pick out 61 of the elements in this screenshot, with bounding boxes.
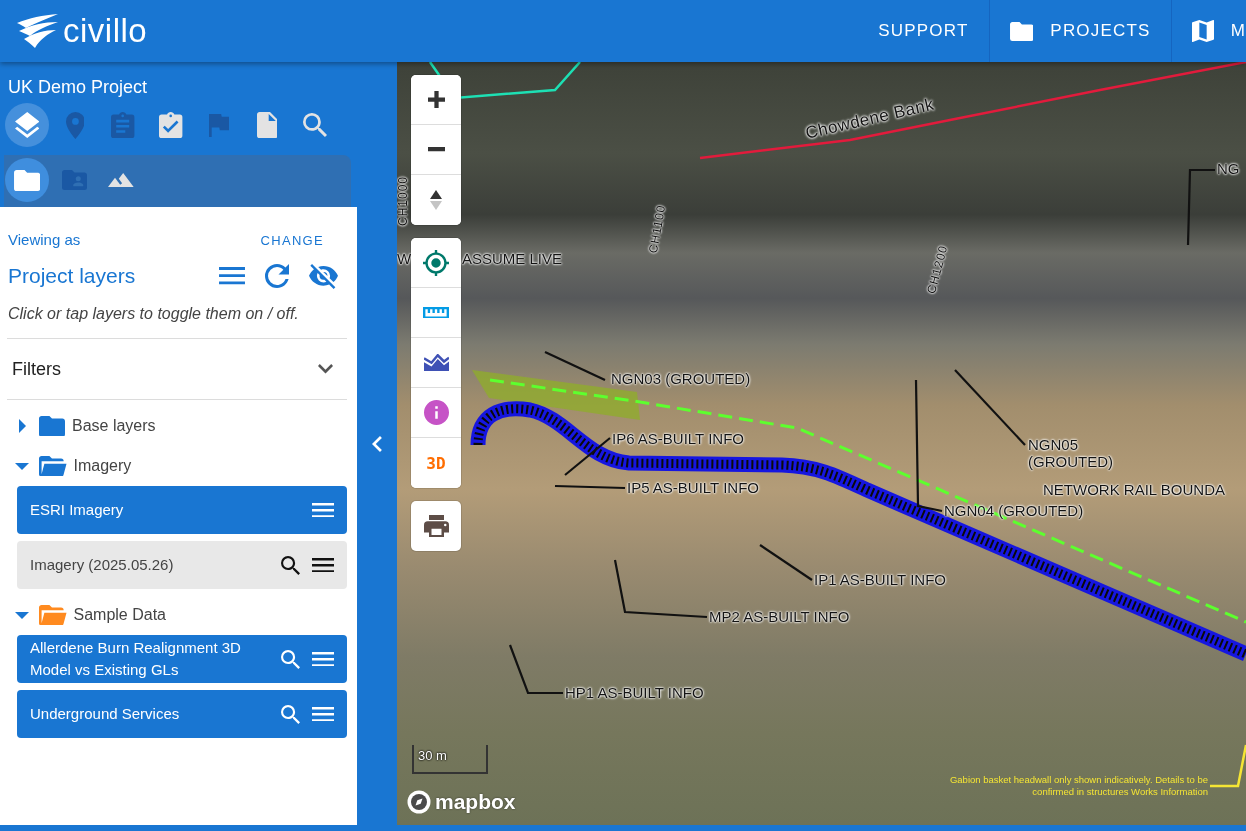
map-label: W: [397, 250, 412, 267]
logo-icon: [16, 14, 58, 48]
map-label: CH1100: [647, 203, 669, 255]
hint-text: Click or tap layers to toggle them on / off.: [7, 304, 300, 324]
change-button[interactable]: CHANGE: [260, 233, 324, 248]
layer-item[interactable]: Imagery (2025.05.26): [17, 541, 347, 589]
chevron-left-icon: [372, 435, 382, 452]
map-label: NGN05 (GROUTED): [1028, 436, 1114, 470]
collapse-button[interactable]: [372, 435, 382, 452]
leader-line: [564, 437, 611, 476]
leader-line: [1210, 744, 1246, 788]
eye-off-icon[interactable]: [309, 263, 338, 289]
map-label: ASSUME LIVE: [462, 250, 563, 267]
print-button[interactable]: [411, 501, 461, 551]
map-label: HP1 AS-BUILT INFO: [565, 684, 704, 701]
map-label: MP2 AS-BUILT INFO: [709, 608, 850, 625]
layer-item[interactable]: ESRI Imagery: [17, 486, 347, 534]
leader-line: [759, 544, 813, 581]
sidebar-tab[interactable]: [5, 103, 49, 147]
filters-toggle[interactable]: Filters: [0, 339, 357, 399]
map-label: IP5 AS-BUILT INFO: [627, 479, 759, 496]
map-label: NGN04 (GROUTED): [944, 502, 1084, 519]
map-icon: [1191, 20, 1214, 42]
ruler-icon: [423, 306, 449, 319]
leader-line: [508, 644, 563, 695]
leader-line: [554, 484, 626, 490]
nav-link[interactable]: SUPPORT: [858, 0, 989, 62]
plus-icon: [427, 91, 445, 108]
map-label: CH1200: [925, 243, 951, 296]
locate-button[interactable]: [411, 238, 461, 288]
map-label: Chowdene Bank: [803, 94, 937, 144]
compass-icon: [430, 190, 442, 210]
leader-line: [544, 351, 606, 381]
map-label: IP1 AS-BUILT INFO: [814, 571, 946, 588]
map-note: Gabion basket headwall only shown indicatively. Details to be confirmed in structures Works Information: [948, 774, 1208, 798]
map-label: CH1000: [397, 175, 410, 226]
crosshairs-icon: [423, 249, 449, 276]
attribution-link[interactable]: mapbox: [407, 790, 516, 814]
scale-bar: 30 m: [412, 745, 488, 774]
layer-group[interactable]: Sample Data: [0, 595, 357, 635]
menu-icon[interactable]: [312, 557, 334, 573]
project-title: UK Demo Project: [7, 76, 149, 98]
brand-name: civillo: [63, 12, 148, 50]
refresh-icon[interactable]: [265, 264, 289, 288]
layer-group[interactable]: Imagery: [0, 446, 357, 486]
layer-group[interactable]: Base layers: [0, 406, 357, 446]
sidebar-tab[interactable]: [5, 158, 49, 202]
map-label: NETWORK RAIL BOUNDA: [1043, 481, 1225, 498]
minus-icon: [427, 147, 445, 152]
zoom-in-button[interactable]: [411, 75, 461, 125]
area-chart-icon: [423, 353, 449, 372]
logo-icon: [407, 790, 431, 814]
viewing-as-label: Viewing as: [8, 231, 81, 249]
map-label: IP6 AS-BUILT INFO: [612, 430, 744, 447]
info-icon: [423, 400, 449, 425]
search-icon[interactable]: [281, 555, 300, 575]
folder-icon: [1009, 21, 1034, 41]
panel-title: Project layers: [8, 264, 137, 288]
printer-icon: [423, 514, 449, 538]
map-label: NG: [1217, 160, 1240, 177]
map-label: NGN03 (GROUTED): [611, 370, 751, 387]
